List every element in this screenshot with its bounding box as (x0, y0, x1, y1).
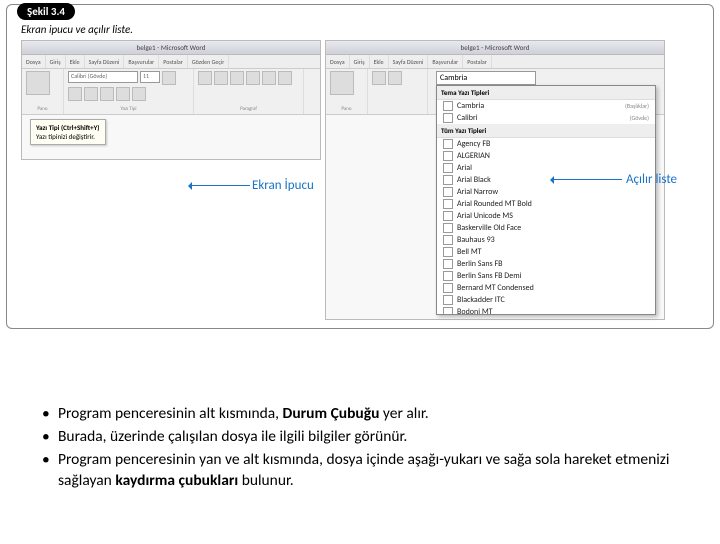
list-item[interactable]: Blackadder ITC (437, 294, 655, 306)
tab[interactable]: Başvurular (428, 55, 463, 68)
callout-label: Açılır liste (626, 172, 677, 187)
list-item[interactable]: Cambria(Başlıklar) (437, 100, 655, 112)
list-item[interactable]: Calibri(Gövde) (437, 112, 655, 124)
font-dropdown-list[interactable]: Tema Yazı Tipleri Cambria(Başlıklar) Cal… (436, 85, 656, 315)
underline-icon[interactable] (84, 87, 98, 101)
list-item: Program penceresinin yan ve alt kısmında… (40, 450, 690, 492)
italic-icon[interactable] (388, 71, 402, 85)
list-item[interactable]: ALGERIAN (437, 150, 655, 162)
tab[interactable]: Dosya (22, 55, 46, 68)
callout-tooltip: Ekran İpucu (190, 178, 318, 193)
align-right-icon[interactable] (278, 71, 292, 85)
tab[interactable]: Dosya (326, 55, 350, 68)
callout-dropdown: Açılır liste (552, 172, 677, 187)
bullets-icon[interactable] (198, 71, 212, 85)
callout-label: Ekran İpucu (252, 178, 314, 193)
list-item[interactable]: Bernard MT Condensed (437, 282, 655, 294)
list-item: Program penceresinin alt kısmında, Durum… (40, 404, 690, 425)
list-item[interactable]: Bell MT (437, 246, 655, 258)
bullet-list: Program penceresinin alt kısmında, Durum… (40, 404, 690, 494)
paste-icon[interactable] (330, 71, 354, 95)
list-item: Burada, üzerinde çalışılan dosya ile ilg… (40, 427, 690, 448)
list-item[interactable]: Arial Unicode MS (437, 210, 655, 222)
tab[interactable]: Postalar (463, 55, 492, 68)
numbering-icon[interactable] (214, 71, 228, 85)
tab[interactable]: Sayfa Düzeni (85, 55, 125, 68)
group-label: Pano (26, 106, 59, 112)
screen-tooltip: Yazı Tipi (Ctrl+Shift+Y) Yazı tipinizi d… (30, 119, 106, 145)
font-combo[interactable]: Calibri (Gövde) (68, 71, 138, 83)
tab[interactable]: Gözden Geçir (188, 55, 230, 68)
tab[interactable]: Postalar (159, 55, 188, 68)
window-title: belge1 - Microsoft Word (326, 41, 664, 55)
paste-icon[interactable] (26, 71, 50, 95)
screenshot-tooltip: belge1 - Microsoft Word Dosya Giriş Ekle… (21, 40, 321, 160)
list-header: Tema Yazı Tipleri (437, 86, 655, 100)
group-label: Yazı Tipi (68, 106, 189, 112)
arrow-icon (552, 179, 622, 180)
list-header: Tüm Yazı Tipleri (437, 124, 655, 138)
bold-icon[interactable] (162, 71, 176, 85)
group-label: Paragraf (198, 106, 299, 112)
figure-container: Şekil 3.4 Ekran ipucu ve açılır liste. b… (6, 4, 714, 329)
highlight-icon[interactable] (116, 87, 130, 101)
list-item[interactable]: Bodoni MT (437, 306, 655, 315)
tab[interactable]: Giriş (46, 55, 66, 68)
italic-icon[interactable] (68, 87, 82, 101)
group-label: Pano (330, 106, 363, 112)
tab[interactable]: Ekle (370, 55, 389, 68)
tab[interactable]: Sayfa Düzeni (389, 55, 429, 68)
arrow-icon (190, 185, 250, 186)
indent-icon[interactable] (230, 71, 244, 85)
figure-caption: Ekran ipucu ve açılır liste. (21, 23, 713, 36)
tab[interactable]: Başvurular (124, 55, 159, 68)
list-item[interactable]: Agency FB (437, 138, 655, 150)
list-item[interactable]: Berlin Sans FB Demi (437, 270, 655, 282)
ribbon: Pano Calibri (Gövde) 11 Yazı Tipi (22, 69, 320, 115)
font-color-icon[interactable] (132, 87, 146, 101)
size-combo[interactable]: 11 (140, 71, 160, 83)
list-item[interactable]: Arial Narrow (437, 186, 655, 198)
tooltip-body: Yazı tipinizi değiştirir. (36, 132, 100, 141)
figure-badge: Şekil 3.4 (17, 3, 75, 20)
bold-icon[interactable] (372, 71, 386, 85)
tooltip-title: Yazı Tipi (Ctrl+Shift+Y) (36, 123, 100, 132)
strike-icon[interactable] (100, 87, 114, 101)
align-left-icon[interactable] (246, 71, 260, 85)
list-item[interactable]: Arial Rounded MT Bold (437, 198, 655, 210)
tab[interactable]: Giriş (350, 55, 370, 68)
ribbon-tabs: Dosya Giriş Ekle Sayfa Düzeni Başvurular… (326, 55, 664, 69)
tab[interactable]: Ekle (66, 55, 85, 68)
list-item[interactable]: Baskerville Old Face (437, 222, 655, 234)
ribbon-tabs: Dosya Giriş Ekle Sayfa Düzeni Başvurular… (22, 55, 320, 69)
list-item[interactable]: Berlin Sans FB (437, 258, 655, 270)
align-center-icon[interactable] (262, 71, 276, 85)
list-item[interactable]: Bauhaus 93 (437, 234, 655, 246)
font-combo-open[interactable]: Cambria (436, 71, 536, 85)
window-title: belge1 - Microsoft Word (22, 41, 320, 55)
